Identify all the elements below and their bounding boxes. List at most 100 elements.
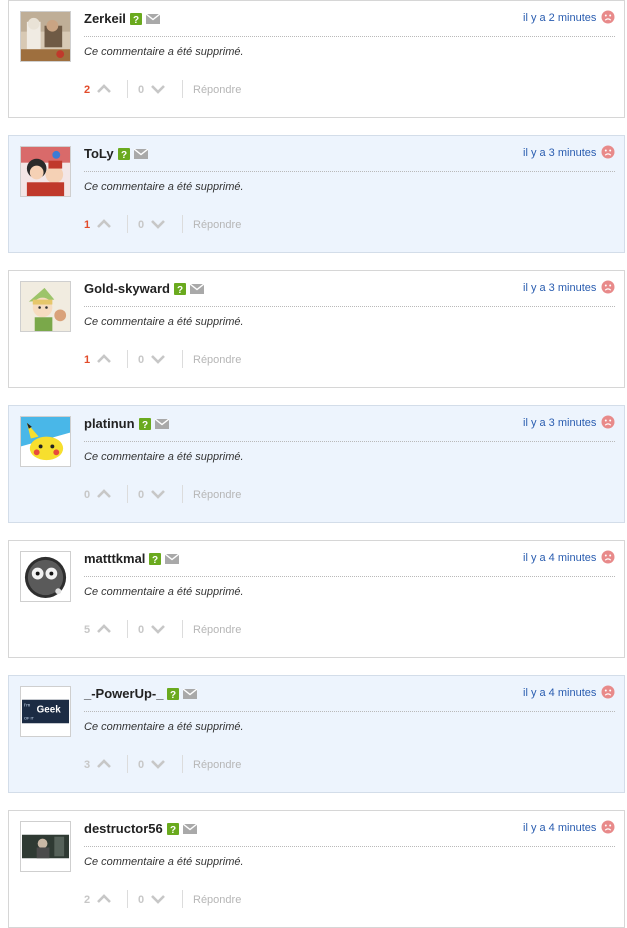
comment-timestamp[interactable]: il y a 4 minutes	[523, 686, 596, 700]
reply-button[interactable]: Répondre	[193, 893, 241, 907]
help-badge-icon[interactable]: ?	[173, 283, 186, 299]
avatar[interactable]	[20, 146, 71, 197]
divider	[182, 620, 183, 638]
divider	[84, 171, 615, 172]
svg-text:?: ?	[141, 420, 147, 430]
comment-text: Ce commentaire a été supprimé.	[84, 316, 244, 328]
reply-button[interactable]: Répondre	[193, 218, 241, 232]
svg-text:Geek: Geek	[37, 704, 62, 715]
svg-text:I'm: I'm	[24, 703, 30, 709]
username[interactable]: ToLy?	[84, 146, 149, 164]
mail-icon[interactable]	[133, 147, 149, 163]
divider	[182, 215, 183, 233]
svg-text:?: ?	[170, 825, 176, 835]
comment-item: ToLy? il y a 3 minutes Ce commentaire a …	[8, 135, 625, 253]
comment-timestamp[interactable]: il y a 3 minutes	[523, 146, 596, 160]
chevron-down-icon[interactable]	[150, 486, 166, 507]
svg-text:?: ?	[177, 285, 183, 295]
sad-face-icon[interactable]	[601, 280, 615, 299]
divider	[182, 890, 183, 908]
divider	[127, 755, 128, 773]
chevron-up-icon[interactable]	[96, 756, 112, 777]
avatar[interactable]	[20, 551, 71, 602]
help-badge-icon[interactable]: ?	[166, 823, 179, 839]
chevron-up-icon[interactable]	[96, 216, 112, 237]
mail-icon[interactable]	[164, 552, 180, 568]
mail-icon[interactable]	[183, 687, 198, 703]
sad-face-icon[interactable]	[601, 550, 615, 569]
chevron-down-icon[interactable]	[150, 216, 166, 237]
divider	[182, 350, 183, 368]
svg-text:?: ?	[133, 15, 139, 25]
help-badge-icon[interactable]: ?	[167, 688, 180, 704]
username[interactable]: matttkmal?	[84, 551, 180, 569]
comment-timestamp[interactable]: il y a 4 minutes	[523, 821, 596, 835]
username[interactable]: Zerkeil?	[84, 11, 161, 29]
chevron-up-icon[interactable]	[96, 621, 112, 642]
avatar-matttkmal	[21, 552, 70, 601]
sad-face-icon[interactable]	[601, 145, 615, 164]
avatar[interactable]: I'm Geek OF IT	[20, 686, 71, 737]
comment-text: Ce commentaire a été supprimé.	[84, 721, 244, 733]
reply-button[interactable]: Répondre	[193, 623, 241, 637]
sad-face-icon[interactable]	[601, 820, 615, 839]
comment-text: Ce commentaire a été supprimé.	[84, 181, 244, 193]
upvote-count: 2	[84, 894, 91, 906]
avatar-platinun	[21, 417, 70, 466]
chevron-down-icon[interactable]	[150, 756, 166, 777]
chevron-down-icon[interactable]	[150, 891, 166, 912]
chevron-up-icon[interactable]	[96, 351, 112, 372]
reply-button[interactable]: Répondre	[193, 488, 241, 502]
divider	[84, 36, 615, 37]
help-badge-icon[interactable]: ?	[138, 418, 151, 434]
comment-timestamp[interactable]: il y a 3 minutes	[523, 281, 596, 295]
comment-list: Zerkeil? il y a 2 minutes Ce commentaire…	[0, 0, 627, 928]
avatar-destructor56	[21, 822, 70, 871]
mail-icon[interactable]	[182, 822, 198, 838]
help-badge-icon[interactable]: ?	[117, 148, 130, 164]
mail-icon[interactable]	[145, 12, 161, 28]
avatar-gold-skyward	[21, 282, 70, 331]
username[interactable]: platinun?	[84, 416, 169, 434]
downvote-count: 0	[138, 219, 145, 231]
mail-icon[interactable]	[154, 417, 169, 433]
chevron-up-icon[interactable]	[96, 486, 112, 507]
comment-text: Ce commentaire a été supprimé.	[84, 46, 244, 58]
avatar[interactable]	[20, 281, 71, 332]
reply-button[interactable]: Répondre	[193, 758, 241, 772]
comment-item: platinun? il y a 3 minutes Ce commentair…	[8, 405, 625, 523]
divider	[84, 846, 615, 847]
help-badge-icon[interactable]: ?	[149, 553, 162, 569]
downvote-count: 0	[138, 489, 145, 501]
chevron-up-icon[interactable]	[96, 891, 112, 912]
chevron-down-icon[interactable]	[150, 621, 166, 642]
comment-timestamp[interactable]: il y a 4 minutes	[523, 551, 596, 565]
svg-text:?: ?	[121, 150, 127, 160]
username[interactable]: destructor56?	[84, 821, 198, 839]
mail-icon[interactable]	[189, 282, 205, 298]
username[interactable]: Gold-skyward?	[84, 281, 205, 299]
divider	[127, 215, 128, 233]
reply-button[interactable]: Répondre	[193, 83, 241, 97]
chevron-up-icon[interactable]	[96, 81, 112, 102]
svg-text:OF IT: OF IT	[24, 715, 35, 720]
upvote-count: 5	[84, 624, 91, 636]
chevron-down-icon[interactable]	[150, 81, 166, 102]
comment-item: Gold-skyward? il y a 3 minutes Ce commen…	[8, 270, 625, 388]
comment-item: Zerkeil? il y a 2 minutes Ce commentaire…	[8, 0, 625, 118]
username[interactable]: _-PowerUp-_?	[84, 686, 198, 704]
sad-face-icon[interactable]	[601, 10, 615, 29]
avatar[interactable]	[20, 11, 71, 62]
reply-button[interactable]: Répondre	[193, 353, 241, 367]
avatar[interactable]	[20, 821, 71, 872]
comment-timestamp[interactable]: il y a 3 minutes	[523, 416, 596, 430]
sad-face-icon[interactable]	[601, 685, 615, 704]
avatar[interactable]	[20, 416, 71, 467]
divider	[182, 80, 183, 98]
comment-timestamp[interactable]: il y a 2 minutes	[523, 11, 596, 25]
sad-face-icon[interactable]	[601, 415, 615, 434]
upvote-count: 0	[84, 489, 91, 501]
chevron-down-icon[interactable]	[150, 351, 166, 372]
help-badge-icon[interactable]: ?	[129, 13, 142, 29]
upvote-count: 1	[84, 219, 91, 231]
